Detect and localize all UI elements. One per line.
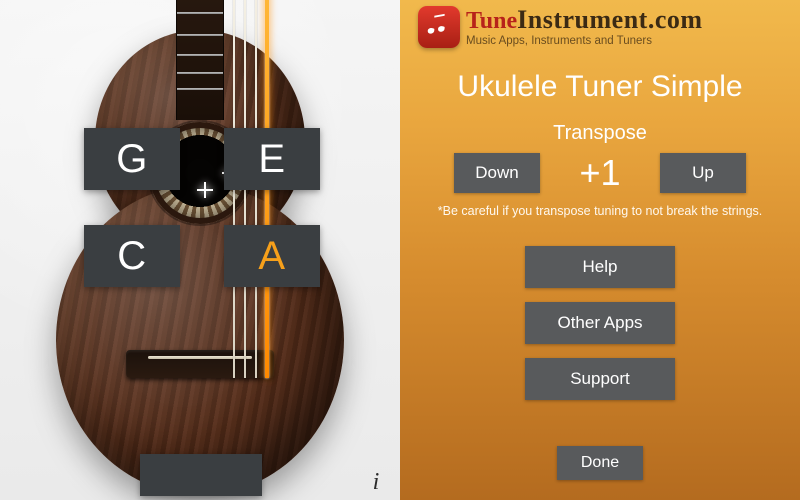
string-button-g[interactable]: G bbox=[84, 128, 180, 190]
transpose-warning: *Be careful if you transpose tuning to n… bbox=[420, 204, 780, 218]
transpose-down-button[interactable]: Down bbox=[454, 153, 540, 193]
string-button-a[interactable]: A bbox=[224, 225, 320, 287]
settings-panel: TuneInstrument.com Music Apps, Instrumen… bbox=[400, 0, 800, 500]
bottom-blank-button[interactable] bbox=[140, 454, 262, 496]
app-title: Ukulele Tuner Simple bbox=[400, 70, 800, 104]
brand-logo: TuneInstrument.com Music Apps, Instrumen… bbox=[418, 6, 788, 48]
instrument-view: G E C A i bbox=[0, 0, 400, 500]
brand-wordmark: TuneInstrument.com bbox=[466, 7, 703, 33]
help-button[interactable]: Help bbox=[525, 246, 675, 288]
info-icon: i bbox=[373, 469, 380, 496]
done-button[interactable]: Done bbox=[557, 446, 643, 480]
string-button-c[interactable]: C bbox=[84, 225, 180, 287]
brand-tagline: Music Apps, Instruments and Tuners bbox=[466, 36, 652, 48]
treble-clef-note-icon bbox=[418, 6, 460, 48]
support-button[interactable]: Support bbox=[525, 358, 675, 400]
string-note-label: C bbox=[117, 234, 146, 279]
string-button-e[interactable]: E bbox=[224, 128, 320, 190]
string-note-label: E bbox=[258, 137, 285, 182]
other-apps-button[interactable]: Other Apps bbox=[525, 302, 675, 344]
info-button[interactable]: i bbox=[364, 470, 388, 494]
transpose-value: +1 bbox=[570, 152, 630, 194]
string-note-label: A bbox=[258, 234, 285, 279]
string-note-label: G bbox=[116, 137, 148, 182]
transpose-section-label: Transpose bbox=[400, 122, 800, 145]
transpose-up-button[interactable]: Up bbox=[660, 153, 746, 193]
